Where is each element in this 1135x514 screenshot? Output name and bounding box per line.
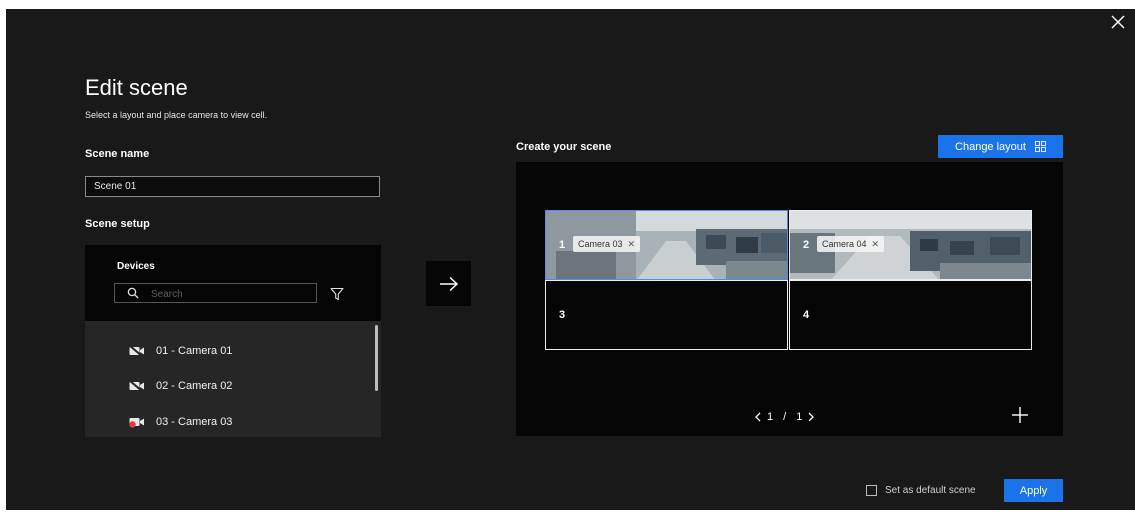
set-default-label: Set as default scene — [885, 485, 976, 496]
camera-tag: Camera 03 ✕ — [573, 236, 641, 252]
device-item-label: 02 - Camera 02 — [156, 380, 233, 392]
chevron-right-icon[interactable] — [807, 412, 815, 422]
device-list-scrollbar[interactable] — [375, 325, 378, 391]
camera-off-icon — [129, 345, 144, 357]
add-to-scene-button[interactable] — [426, 261, 471, 306]
edit-scene-dialog: Edit scene Select a layout and place cam… — [6, 9, 1135, 510]
scene-cell-4[interactable]: 4 — [789, 280, 1032, 350]
camera-off-icon — [129, 380, 144, 392]
camera-recording-icon — [129, 418, 144, 428]
device-search-box[interactable] — [114, 283, 317, 304]
change-layout-label: Change layout — [955, 140, 1026, 153]
close-icon[interactable] — [1109, 13, 1127, 31]
device-item-label: 01 - Camera 01 — [156, 345, 233, 357]
page-total: 1 — [796, 411, 803, 423]
page-navigator: 1 / 1 — [754, 411, 815, 423]
cell-number: 1 — [559, 239, 566, 251]
scene-canvas: 1 Camera 03 ✕ 2 Camera 04 ✕ 3 4 1 / 1 — [516, 162, 1063, 436]
cell-number: 2 — [803, 239, 810, 251]
camera-tag-label: Camera 03 — [578, 239, 623, 249]
arrow-right-icon — [439, 276, 458, 291]
set-default-checkbox[interactable]: Set as default scene — [866, 485, 976, 496]
scene-setup-label: Scene setup — [85, 218, 150, 230]
cell-number: 4 — [803, 309, 810, 321]
device-item-label: 03 - Camera 03 — [156, 416, 233, 428]
scene-cell-3[interactable]: 3 — [545, 280, 788, 350]
camera-tag: Camera 04 ✕ — [817, 236, 885, 252]
remove-camera-icon[interactable]: ✕ — [628, 239, 636, 250]
device-item-camera-03[interactable]: 03 - Camera 03 — [129, 412, 232, 432]
remove-camera-icon[interactable]: ✕ — [872, 239, 880, 250]
create-scene-label: Create your scene — [516, 141, 612, 153]
grid-layout-icon — [1035, 141, 1046, 152]
scene-name-label: Scene name — [85, 148, 150, 160]
chevron-left-icon[interactable] — [754, 412, 762, 422]
device-list: 01 - Camera 01 02 - Camera 02 03 - Camer… — [85, 321, 381, 437]
devices-panel: Devices 01 - Camera 01 — [85, 245, 381, 437]
cell-number: 3 — [559, 309, 566, 321]
apply-button[interactable]: Apply — [1004, 479, 1063, 502]
search-icon — [127, 287, 139, 299]
device-item-camera-02[interactable]: 02 - Camera 02 — [129, 376, 232, 396]
filter-icon[interactable] — [330, 287, 344, 301]
checkbox-box[interactable] — [866, 485, 877, 496]
scene-cell-2[interactable]: 2 Camera 04 ✕ — [789, 210, 1032, 280]
scene-name-input[interactable] — [85, 176, 380, 197]
dialog-subtitle: Select a layout and place camera to view… — [85, 110, 268, 120]
dialog-title: Edit scene — [85, 75, 188, 100]
page-current: 1 — [767, 411, 774, 423]
device-item-camera-01[interactable]: 01 - Camera 01 — [129, 341, 232, 361]
devices-title: Devices — [117, 261, 155, 272]
camera-tag-label: Camera 04 — [822, 239, 867, 249]
scene-cell-1[interactable]: 1 Camera 03 ✕ — [545, 210, 788, 280]
device-search-input[interactable] — [149, 284, 313, 304]
add-page-icon[interactable] — [1011, 406, 1029, 424]
page-separator: / — [783, 411, 787, 423]
change-layout-button[interactable]: Change layout — [938, 135, 1063, 158]
